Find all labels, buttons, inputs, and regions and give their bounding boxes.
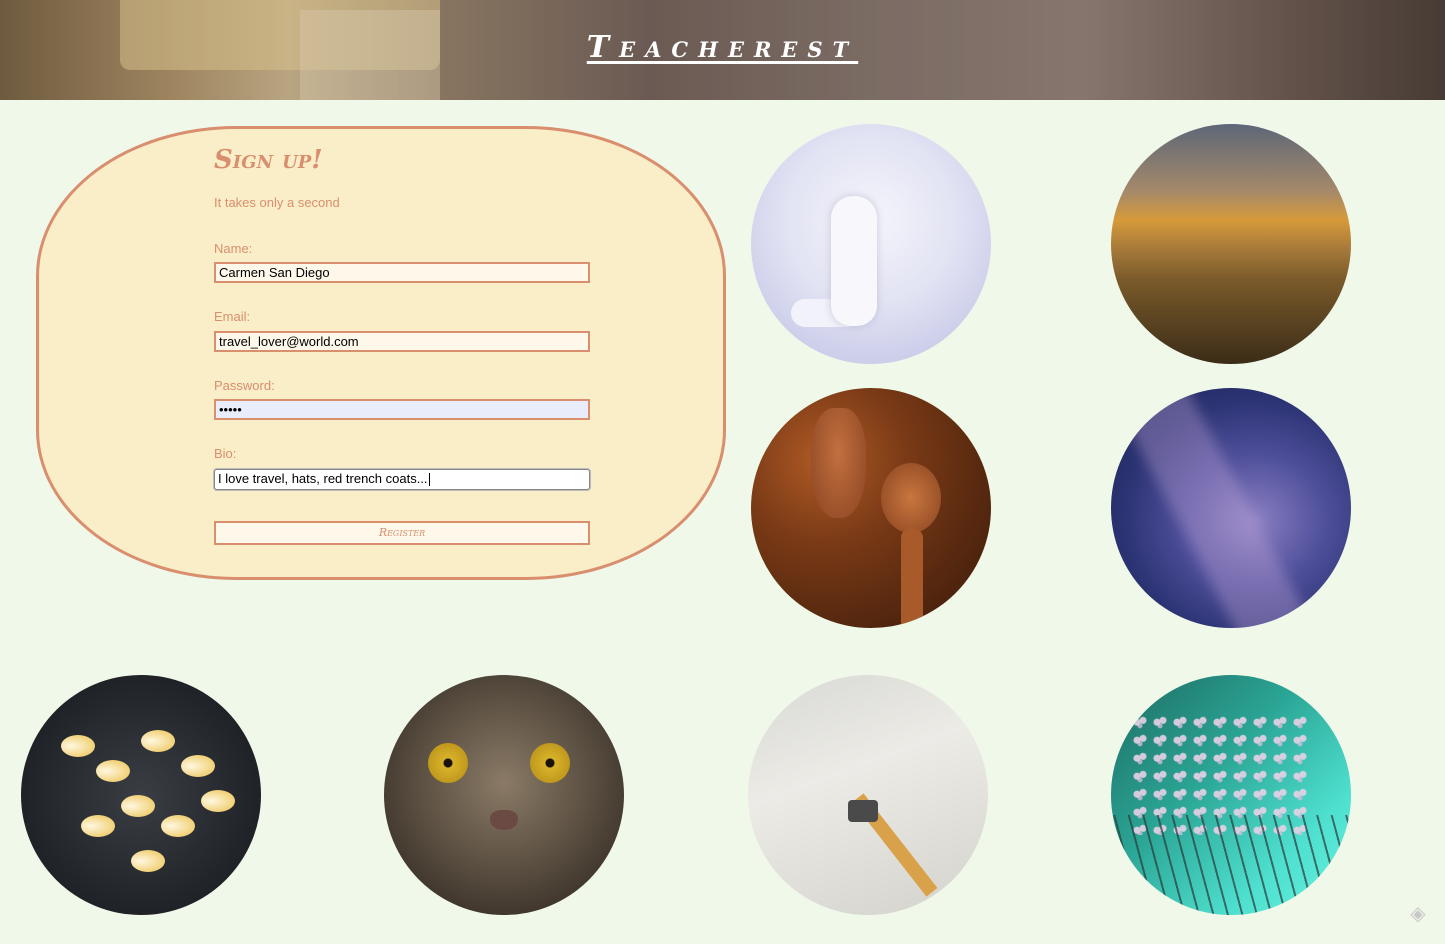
header-banner: Teacherest: [0, 0, 1445, 100]
bio-text: I love travel, hats, red trench coats...: [218, 471, 428, 486]
arctic-fox-image[interactable]: [751, 124, 991, 364]
feedback-icon[interactable]: ◈: [1406, 902, 1430, 926]
site-title[interactable]: Teacherest: [0, 30, 1445, 65]
email-field[interactable]: travel_lover@world.com: [214, 331, 590, 352]
plumeria-flowers-image[interactable]: [21, 675, 261, 915]
text-caret: [428, 473, 430, 487]
signup-heading: Sign up!: [214, 145, 323, 175]
password-label: Password:: [214, 378, 275, 393]
bio-field[interactable]: I love travel, hats, red trench coats...: [214, 469, 590, 490]
dandelion-image[interactable]: [1111, 675, 1351, 915]
signup-subtitle: It takes only a second: [214, 195, 340, 210]
password-field[interactable]: •••••: [214, 399, 590, 420]
cat-image[interactable]: [384, 675, 624, 915]
mountain-landscape-image[interactable]: [1111, 124, 1351, 364]
notebook-image[interactable]: [748, 675, 988, 915]
name-field[interactable]: Carmen San Diego: [214, 262, 590, 283]
register-button[interactable]: Register: [214, 521, 590, 545]
star-anise-image[interactable]: [751, 388, 991, 628]
name-label: Name:: [214, 241, 253, 256]
email-label: Email:: [214, 309, 251, 324]
signup-form: Sign up! It takes only a second Name: Ca…: [36, 126, 726, 580]
bio-label: Bio:: [214, 446, 237, 461]
milky-way-image[interactable]: [1111, 388, 1351, 628]
